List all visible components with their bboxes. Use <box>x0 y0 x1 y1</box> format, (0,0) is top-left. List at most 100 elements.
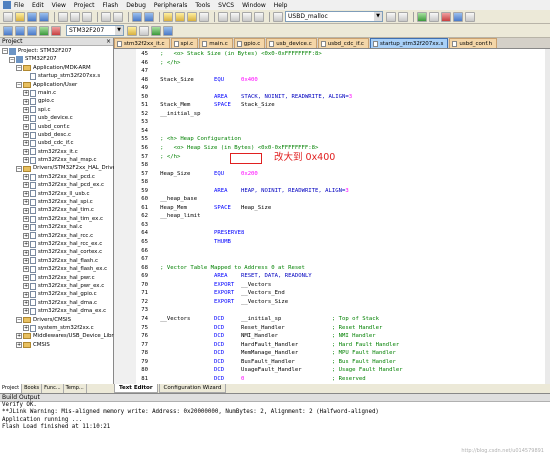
code-line[interactable]: 72 EXPORT __Vectors_Size <box>114 298 545 307</box>
copy-icon[interactable] <box>70 11 80 22</box>
tree-item[interactable]: + stm32f2xx_hal_tim.c <box>0 206 113 215</box>
expand-toggle-icon[interactable]: + <box>23 132 29 139</box>
expand-toggle-icon[interactable]: − <box>16 81 22 88</box>
expand-toggle-icon[interactable]: + <box>23 274 29 281</box>
download-icon[interactable] <box>39 25 49 36</box>
run-environment-icon[interactable] <box>151 25 161 36</box>
panel-tab-3[interactable]: Temp... <box>64 384 87 393</box>
chevron-down-icon[interactable]: ▼ <box>374 12 382 21</box>
configure-icon[interactable] <box>465 11 475 22</box>
tree-item[interactable]: + stm32f2xx_hal_flash_ex.c <box>0 265 113 273</box>
code-line[interactable]: 64 PRESERVE8 <box>114 229 545 238</box>
expand-toggle-icon[interactable]: + <box>23 148 29 155</box>
editor-tab[interactable]: usbd_conf.h <box>449 38 498 48</box>
tree-item[interactable]: + system_stm32f2xx.c <box>0 324 113 332</box>
tree-item[interactable]: + stm32f2xx_hal_cortex.c <box>0 248 113 257</box>
tree-item[interactable]: + stm32f2xx_hal_flash.c <box>0 257 113 265</box>
tree-item[interactable]: + Middlewares/USB_Device_Library <box>0 332 122 340</box>
expand-toggle-icon[interactable]: + <box>23 257 29 264</box>
editor-tab[interactable]: spi.c <box>170 38 199 48</box>
new-file-icon[interactable] <box>3 11 13 22</box>
expand-toggle-icon[interactable]: + <box>23 182 29 189</box>
tree-item[interactable]: + stm32f2xx_hal_msp.c <box>0 156 113 164</box>
unindent-icon[interactable] <box>230 11 240 22</box>
code-line[interactable]: 75 DCD Reset_Handler ; Reset Handler <box>114 324 545 333</box>
translate-icon[interactable] <box>3 25 13 36</box>
nav-back-icon[interactable] <box>132 11 142 22</box>
save-all-icon[interactable] <box>39 11 49 22</box>
code-line[interactable]: 81 DCD 0 ; Reserved <box>114 375 545 384</box>
expand-toggle-icon[interactable]: + <box>23 299 29 306</box>
expand-toggle-icon[interactable]: − <box>16 64 22 71</box>
comment-icon[interactable] <box>242 11 252 22</box>
bookmark-clear-icon[interactable] <box>199 11 209 22</box>
expand-toggle-icon[interactable]: + <box>23 224 29 231</box>
save-icon[interactable] <box>27 11 37 22</box>
cut-icon[interactable] <box>58 11 68 22</box>
code-line[interactable]: 49 <box>114 84 545 93</box>
expand-toggle-icon[interactable]: + <box>16 341 22 348</box>
bookmark-next-icon[interactable] <box>187 11 197 22</box>
expand-toggle-icon[interactable]: + <box>23 308 29 315</box>
paste-icon[interactable] <box>82 11 92 22</box>
menu-edit[interactable]: Edit <box>32 2 44 9</box>
tree-item[interactable]: − STM32F207 <box>0 55 113 64</box>
tree-item[interactable]: + stm32f2xx_hal_dma.c <box>0 299 113 307</box>
menu-view[interactable]: View <box>52 2 66 9</box>
debug-start-icon[interactable] <box>417 11 427 22</box>
menu-tools[interactable]: Tools <box>195 2 210 9</box>
editor-tab[interactable]: main.c <box>199 38 233 48</box>
tree-item[interactable]: + usbd_cdc_if.c <box>0 139 113 147</box>
tree-item[interactable]: + CMSIS <box>0 341 113 349</box>
target-combo[interactable]: STM32F207 ▼ <box>66 25 124 36</box>
expand-toggle-icon[interactable]: + <box>23 266 29 273</box>
rebuild-icon[interactable] <box>27 25 37 36</box>
editor-tab[interactable]: usb_device.c <box>266 38 317 48</box>
code-line[interactable]: 47 <box>114 67 545 76</box>
menu-peripherals[interactable]: Peripherals <box>154 2 187 9</box>
code-line[interactable]: 66 <box>114 247 545 256</box>
menu-help[interactable]: Help <box>274 2 288 9</box>
tree-item[interactable]: startup_stm32f207xx.s <box>0 72 113 80</box>
tree-item[interactable]: + stm32f2xx_hal_pcd.c <box>0 173 113 181</box>
tree-item[interactable]: + stm32f2xx_hal_spi.c <box>0 198 113 206</box>
editor-tab[interactable]: gpio.c <box>233 38 266 48</box>
editor-tab[interactable]: usbd_cdc_if.c <box>317 38 369 48</box>
menu-project[interactable]: Project <box>74 2 95 9</box>
expand-toggle-icon[interactable]: + <box>23 174 29 181</box>
find-icon[interactable] <box>386 11 396 22</box>
code-line[interactable]: 54 <box>114 127 545 136</box>
code-line[interactable]: 79 DCD BusFault_Handler ; Bus Fault Hand… <box>114 358 545 367</box>
editor-mode-tab[interactable]: Text Editor <box>114 384 158 393</box>
code-line[interactable]: 48 Stack_Size EQU 0x400 <box>114 76 545 85</box>
panel-tab-0[interactable]: Project <box>0 384 23 393</box>
tree-item[interactable]: + stm32f2xx_hal_pcd_ex.c <box>0 181 113 189</box>
code-line[interactable]: 50 AREA STACK, NOINIT, READWRITE, ALIGN=… <box>114 93 545 102</box>
code-line[interactable]: 68 ; Vector Table Mapped to Address 0 at… <box>114 264 545 273</box>
expand-toggle-icon[interactable]: − <box>2 48 8 55</box>
code-line[interactable]: 63 <box>114 221 545 230</box>
code-editor[interactable]: 45 ; <o> Stack Size (in Bytes) <0x0-0xFF… <box>114 49 550 384</box>
build-icon[interactable] <box>15 25 25 36</box>
code-line[interactable]: 52 __initial_sp <box>114 110 545 119</box>
tree-item[interactable]: + spi.c <box>0 106 113 114</box>
code-line[interactable]: 51 Stack_Mem SPACE Stack_Size <box>114 101 545 110</box>
manage-components-icon[interactable] <box>139 25 149 36</box>
indent-icon[interactable] <box>218 11 228 22</box>
nav-forward-icon[interactable] <box>144 11 154 22</box>
expand-toggle-icon[interactable]: + <box>23 157 29 164</box>
build-output-text[interactable]: Verify OK. **JLink Warning: Mis-aligned m… <box>0 402 550 431</box>
panel-tab-2[interactable]: Func... <box>42 384 64 393</box>
bookmark-prev-icon[interactable] <box>175 11 185 22</box>
tree-item[interactable]: + stm32f2xx_hal_dma_ex.c <box>0 307 113 315</box>
expand-toggle-icon[interactable]: + <box>23 98 29 105</box>
tree-item[interactable]: + usbd_conf.c <box>0 123 113 131</box>
tree-item[interactable]: + stm32f2xx_hal_rcc_ex.c <box>0 240 113 248</box>
expand-toggle-icon[interactable]: + <box>23 123 29 130</box>
code-line[interactable]: 71 EXPORT __Vectors_End <box>114 289 545 298</box>
expand-toggle-icon[interactable]: + <box>23 241 29 248</box>
tree-item[interactable]: + stm32f2xx_hal_pwr.c <box>0 274 113 282</box>
expand-toggle-icon[interactable]: − <box>16 316 22 323</box>
code-line[interactable]: 55 ; <h> Heap Configuration <box>114 135 545 144</box>
code-line[interactable]: 69 AREA RESET, DATA, READONLY <box>114 272 545 281</box>
